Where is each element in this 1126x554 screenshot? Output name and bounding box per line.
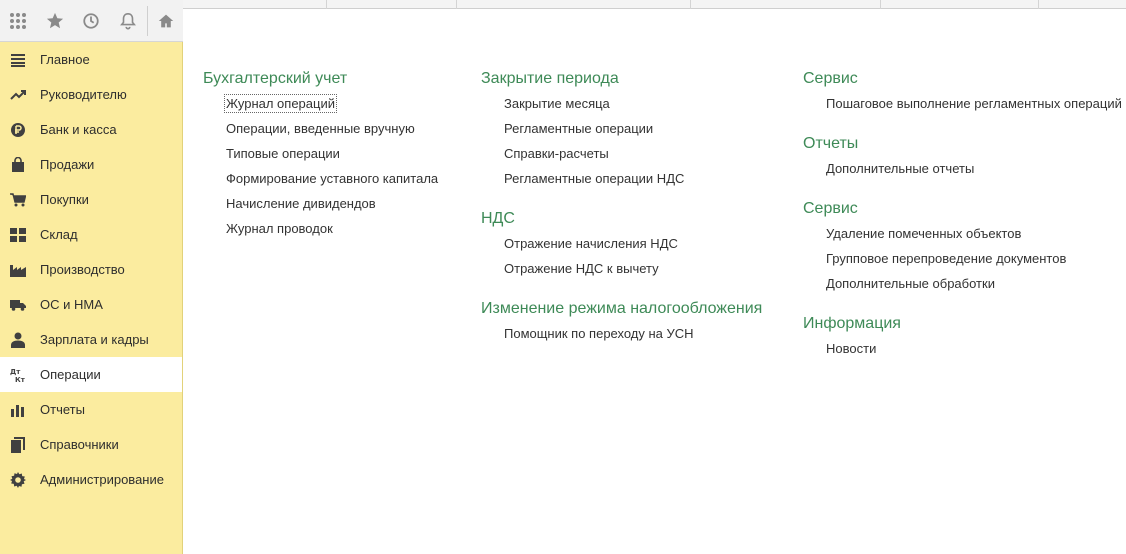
sidebar-item-label: ОС и НМА <box>40 297 103 312</box>
apps-grid-icon[interactable] <box>0 0 37 42</box>
group-title: Бухгалтерский учет <box>203 70 348 87</box>
truck-icon <box>10 297 26 313</box>
group-title: Изменение режима налогообложения <box>481 300 763 317</box>
link-month-closing[interactable]: Закрытие месяца <box>481 94 791 119</box>
link-group-reposting[interactable]: Групповое перепроведение документов <box>803 249 1126 274</box>
sidebar-item-label: Производство <box>40 262 125 277</box>
group-service-2: Сервис Удаление помеченных объектов Груп… <box>803 198 1126 299</box>
group-title: Отчеты <box>803 135 859 152</box>
sidebar-item-assets[interactable]: ОС и НМА <box>0 287 182 322</box>
bell-icon[interactable] <box>110 0 147 42</box>
link-calculations[interactable]: Справки-расчеты <box>481 144 791 169</box>
group-title: Закрытие периода <box>481 70 619 87</box>
link-manual-operations[interactable]: Операции, введенные вручную <box>203 119 473 144</box>
sidebar-item-operations[interactable]: Дт Кт Операции <box>0 357 182 392</box>
svg-text:Дт: Дт <box>10 368 21 376</box>
group-period-closing: Закрытие периода Закрытие месяца Регламе… <box>481 68 791 194</box>
sidebar-item-label: Продажи <box>40 157 95 172</box>
link-vat-regulatory-operations[interactable]: Регламентные операции НДС <box>481 169 791 194</box>
sidebar-item-references[interactable]: Справочники <box>0 427 182 462</box>
sections-sidebar: Главное Руководителю Банк и касса Продаж… <box>0 42 183 554</box>
ruble-coin-icon <box>10 122 26 138</box>
sidebar-item-warehouse[interactable]: Склад <box>0 217 182 252</box>
link-typical-operations[interactable]: Типовые операции <box>203 144 473 169</box>
dt-kt-icon: Дт Кт <box>10 367 26 383</box>
link-vat-deduction[interactable]: Отражение НДС к вычету <box>481 259 791 284</box>
sidebar-item-sales[interactable]: Продажи <box>0 147 182 182</box>
tab-divider <box>1038 0 1039 9</box>
link-delete-marked[interactable]: Удаление помеченных объектов <box>803 224 1126 249</box>
tab-divider <box>690 0 691 9</box>
column-service: Сервис Пошаговое выполнение регламентных… <box>803 68 1126 378</box>
person-icon <box>10 332 26 348</box>
sidebar-item-salary[interactable]: Зарплата и кадры <box>0 322 182 357</box>
tab-divider <box>456 0 457 9</box>
books-icon <box>10 436 26 453</box>
factory-icon <box>10 262 26 278</box>
group-accounting: Бухгалтерский учет Журнал операций Опера… <box>203 68 473 244</box>
sidebar-item-reports[interactable]: Отчеты <box>0 392 182 427</box>
gear-icon <box>10 471 26 488</box>
top-toolbar <box>0 0 183 42</box>
sidebar-item-label: Отчеты <box>40 402 85 417</box>
bar-chart-icon <box>10 402 26 418</box>
sidebar-item-label: Склад <box>40 227 78 242</box>
sidebar-item-label: Справочники <box>40 437 119 452</box>
link-dividends[interactable]: Начисление дивидендов <box>203 194 473 219</box>
sidebar-item-bank[interactable]: Банк и касса <box>0 112 182 147</box>
shopping-bag-icon <box>10 156 26 173</box>
sidebar-item-label: Зарплата и кадры <box>40 332 149 347</box>
sidebar-item-label: Главное <box>40 52 90 67</box>
sidebar-item-label: Банк и касса <box>40 122 117 137</box>
svg-text:Кт: Кт <box>15 376 26 383</box>
link-entries-journal[interactable]: Журнал проводок <box>203 219 473 244</box>
group-title: Сервис <box>803 70 858 87</box>
sidebar-item-label: Операции <box>40 367 101 382</box>
link-additional-processing[interactable]: Дополнительные обработки <box>803 274 1126 299</box>
sidebar-item-label: Администрирование <box>40 472 164 487</box>
link-vat-accrual[interactable]: Отражение начисления НДС <box>481 234 791 259</box>
sidebar-item-main[interactable]: Главное <box>0 42 182 77</box>
link-step-regulatory[interactable]: Пошаговое выполнение регламентных операц… <box>803 94 1126 119</box>
group-information: Информация Новости <box>803 313 1126 364</box>
toolbar-divider <box>147 5 149 36</box>
group-title: НДС <box>481 210 515 227</box>
group-title: Сервис <box>803 200 858 217</box>
link-regulatory-operations[interactable]: Регламентные операции <box>481 119 791 144</box>
cart-icon <box>10 192 26 208</box>
group-title: Информация <box>803 315 901 332</box>
star-icon[interactable] <box>37 0 74 42</box>
menu-lines-icon <box>10 52 26 68</box>
home-icon[interactable] <box>149 0 183 42</box>
group-tax-regime: Изменение режима налогообложения Помощни… <box>481 298 791 349</box>
link-news[interactable]: Новости <box>803 339 1126 364</box>
link-additional-reports[interactable]: Дополнительные отчеты <box>803 159 1126 184</box>
sidebar-item-purchases[interactable]: Покупки <box>0 182 182 217</box>
sidebar-item-administration[interactable]: Администрирование <box>0 462 182 497</box>
sidebar-item-production[interactable]: Производство <box>0 252 182 287</box>
tab-divider <box>326 0 327 9</box>
group-reports: Отчеты Дополнительные отчеты <box>803 133 1126 184</box>
tab-divider <box>880 0 881 9</box>
trend-icon <box>10 87 26 103</box>
column-period-closing: Закрытие периода Закрытие месяца Регламе… <box>481 68 791 363</box>
operations-panel: Бухгалтерский учет Журнал операций Опера… <box>183 10 1126 554</box>
history-icon[interactable] <box>73 0 110 42</box>
sidebar-item-manager[interactable]: Руководителю <box>0 77 182 112</box>
link-operations-journal[interactable]: Журнал операций <box>203 94 473 119</box>
tab-strip <box>183 0 1126 9</box>
link-usn-assistant[interactable]: Помощник по переходу на УСН <box>481 324 791 349</box>
link-charter-capital[interactable]: Формирование уставного капитала <box>203 169 473 194</box>
group-service: Сервис Пошаговое выполнение регламентных… <box>803 68 1126 119</box>
group-vat: НДС Отражение начисления НДС Отражение Н… <box>481 208 791 284</box>
column-accounting: Бухгалтерский учет Журнал операций Опера… <box>203 68 473 258</box>
warehouse-grid-icon <box>10 227 26 243</box>
sidebar-item-label: Руководителю <box>40 87 127 102</box>
sidebar-item-label: Покупки <box>40 192 89 207</box>
